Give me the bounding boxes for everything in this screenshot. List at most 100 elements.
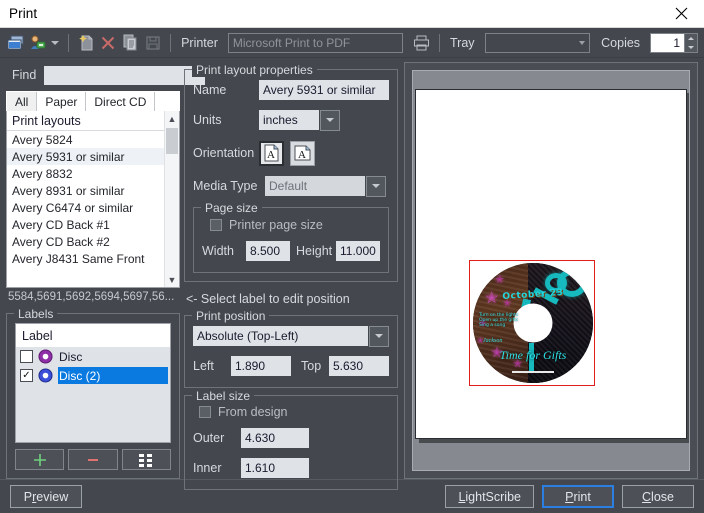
layout-windows-icon [7, 35, 24, 49]
list-item[interactable]: Avery 8931 or similar [7, 182, 164, 199]
close-button-label: Close [642, 489, 674, 504]
cd-bottom-text: Time for Gifts [499, 348, 567, 362]
position-left-input[interactable]: 1.890 [231, 356, 291, 376]
units-row: Units inches [193, 109, 389, 131]
close-window-button[interactable] [659, 0, 704, 28]
units-value[interactable]: inches [259, 110, 319, 130]
middle-panel: Print layout properties Name Avery 5931 … [184, 62, 398, 490]
printer-label: Printer [181, 35, 218, 50]
arrange-labels-button[interactable] [121, 449, 171, 470]
list-item[interactable]: Avery 8832 [7, 165, 164, 182]
scrollbar-thumb[interactable] [166, 128, 178, 154]
close-button[interactable]: Close [622, 485, 694, 508]
tab-paper[interactable]: Paper [37, 92, 87, 111]
page-size-legend: Page size [201, 201, 262, 215]
copies-stepper[interactable]: 1 [650, 32, 699, 53]
list-item[interactable]: Disc [16, 347, 170, 366]
printer-page-size-label: Printer page size [229, 218, 323, 232]
add-label-button[interactable] [15, 449, 65, 470]
preview-canvas[interactable]: ✭ ✭ ✭ ✭ ✭ ✭ ✭ October 23 Turn on the lig… [412, 70, 690, 471]
media-type-dropdown-button[interactable] [366, 175, 386, 197]
label-actions [15, 449, 171, 470]
delete-layout-icon-button[interactable] [99, 32, 118, 54]
toolbar-separator-2 [170, 33, 172, 52]
list-item[interactable]: Avery C6474 or similar [7, 199, 164, 216]
label-bounding-box[interactable]: ✭ ✭ ✭ ✭ ✭ ✭ ✭ October 23 Turn on the lig… [469, 260, 595, 386]
svg-text:A: A [298, 149, 306, 161]
page-height-input[interactable]: 11.000 [336, 241, 380, 261]
position-mode-dropdown-button[interactable] [369, 325, 389, 347]
copies-label: Copies [601, 35, 641, 50]
printer-page-size-row[interactable]: Printer page size [202, 218, 380, 232]
lightscribe-button[interactable]: LightScribe [445, 485, 534, 508]
find-input[interactable] [44, 65, 206, 85]
labels-legend: Labels [14, 307, 58, 321]
layout-name-input[interactable]: Avery 5931 or similar [259, 80, 389, 100]
print-position-legend: Print position [192, 309, 270, 323]
layout-windows-icon-button[interactable] [6, 32, 25, 54]
copy-layout-icon-button[interactable] [121, 32, 140, 54]
user-settings-dropdown-caret[interactable] [50, 33, 60, 53]
preview-button[interactable]: Preview [10, 485, 82, 508]
star-icon: ✭ [485, 290, 499, 307]
printer-select[interactable]: Microsoft Print to PDF [227, 32, 403, 53]
label-name: Disc (2) [58, 367, 168, 384]
new-layout-icon-button[interactable] [77, 32, 96, 54]
labels-group: Labels Label Disc ✓ Disc (2) [6, 307, 180, 479]
print-layouts-listbox[interactable]: Print layouts Avery 5824 Avery 5931 or s… [6, 111, 180, 288]
copies-increment-button[interactable] [685, 34, 697, 43]
orientation-label: Orientation [193, 146, 255, 160]
close-icon [675, 7, 688, 20]
copies-decrement-button[interactable] [685, 43, 697, 52]
scroll-down-icon[interactable]: ▼ [165, 272, 179, 287]
units-dropdown-button[interactable] [320, 109, 340, 131]
preview-panel: ✭ ✭ ✭ ✭ ✭ ✭ ✭ October 23 Turn on the lig… [404, 62, 698, 479]
page-width-input[interactable]: 8.500 [246, 241, 290, 261]
orientation-portrait-button[interactable]: A [259, 140, 284, 166]
list-item[interactable]: Avery J8431 Same Front [7, 250, 164, 267]
label-checkbox-disc-2[interactable]: ✓ [20, 369, 33, 382]
remove-label-button[interactable] [68, 449, 118, 470]
list-item[interactable]: Avery CD Back #2 [7, 233, 164, 250]
user-settings-icon-button[interactable] [28, 32, 47, 54]
save-layout-icon-button[interactable] [143, 32, 162, 54]
list-item-selected[interactable]: ✓ Disc (2) [16, 366, 170, 385]
from-design-checkbox[interactable] [199, 406, 211, 418]
list-item[interactable]: Avery CD Back #1 [7, 216, 164, 233]
dialog-body: Find All Paper Direct CD Print layouts A… [0, 58, 704, 490]
from-design-label: From design [218, 405, 288, 419]
label-name: Disc [59, 349, 83, 364]
top-label: Top [301, 359, 322, 373]
orientation-landscape-button[interactable]: A [290, 140, 315, 166]
position-mode-select[interactable]: Absolute (Top-Left) [193, 326, 368, 346]
position-top-input[interactable]: 5.630 [329, 356, 389, 376]
scrollbar-track[interactable] [165, 126, 179, 272]
toolbar: Printer Microsoft Print to PDF Tray Copi… [0, 28, 704, 58]
inner-label: Inner [193, 461, 222, 475]
list-item[interactable]: Avery 5824 [7, 131, 164, 148]
window-title: Print [9, 6, 38, 21]
from-design-row[interactable]: From design [193, 405, 389, 419]
media-type-label: Media Type [193, 179, 258, 193]
title-bar: Print [0, 0, 704, 28]
media-type-row: Media Type Default [193, 175, 389, 197]
svg-text:A: A [267, 149, 275, 161]
printer-page-size-checkbox[interactable] [210, 219, 222, 231]
media-type-value[interactable]: Default [265, 176, 365, 196]
labels-listbox[interactable]: Label Disc ✓ Disc (2) [15, 323, 171, 443]
printer-properties-button[interactable] [412, 32, 431, 54]
copies-input[interactable]: 1 [650, 32, 685, 53]
tray-select[interactable] [484, 32, 591, 53]
tab-all[interactable]: All [7, 92, 38, 111]
grid-icon [139, 453, 153, 467]
print-button[interactable]: Print [542, 485, 614, 508]
disc-icon [38, 349, 53, 364]
print-layouts-scrollbar[interactable]: ▲ ▼ [164, 111, 179, 287]
scroll-up-icon[interactable]: ▲ [165, 111, 179, 126]
tab-direct-cd[interactable]: Direct CD [86, 92, 156, 111]
list-item-selected[interactable]: Avery 5931 or similar [7, 148, 164, 165]
outer-size-input[interactable]: 4.630 [241, 428, 309, 448]
user-settings-icon [30, 35, 46, 49]
label-checkbox-disc[interactable] [20, 350, 33, 363]
inner-size-input[interactable]: 1.610 [241, 458, 309, 478]
